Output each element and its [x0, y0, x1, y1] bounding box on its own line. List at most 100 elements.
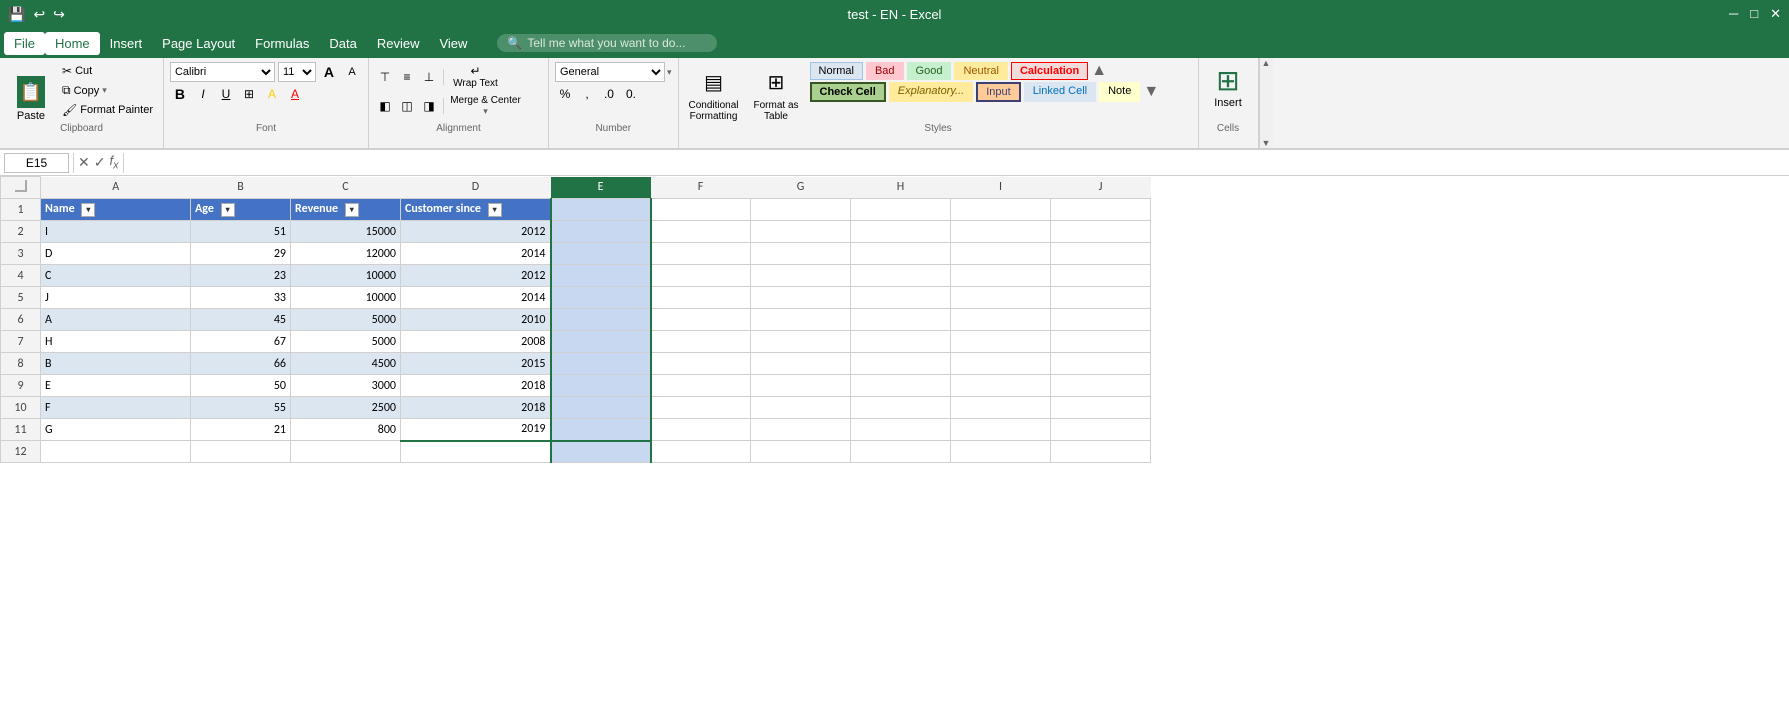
- cell-e2[interactable]: [551, 221, 651, 243]
- style-good[interactable]: Good: [907, 62, 952, 80]
- cell-h2[interactable]: [851, 221, 951, 243]
- row-header-1[interactable]: 1: [1, 199, 41, 221]
- decrease-decimal-icon[interactable]: 0.: [621, 84, 641, 104]
- cell-h9[interactable]: [851, 375, 951, 397]
- cell-c11[interactable]: 800: [291, 419, 401, 441]
- cell-e3[interactable]: [551, 243, 651, 265]
- cell-i5[interactable]: [951, 287, 1051, 309]
- cell-b4[interactable]: 23: [191, 265, 291, 287]
- styles-scroll-down[interactable]: ▼: [1143, 83, 1159, 101]
- cell-i4[interactable]: [951, 265, 1051, 287]
- cell-f1[interactable]: [651, 199, 751, 221]
- formula-function-icon[interactable]: fx: [109, 153, 118, 172]
- style-normal[interactable]: Normal: [810, 62, 863, 80]
- corner-cell[interactable]: [1, 177, 41, 199]
- cell-d5[interactable]: 2014: [401, 287, 551, 309]
- col-header-f[interactable]: F: [651, 177, 751, 199]
- cell-d11[interactable]: 2019: [401, 419, 551, 441]
- cell-g2[interactable]: [751, 221, 851, 243]
- underline-button[interactable]: U: [216, 84, 236, 104]
- cell-i12[interactable]: [951, 441, 1051, 463]
- menu-item-data[interactable]: Data: [319, 32, 366, 55]
- cell-f7[interactable]: [651, 331, 751, 353]
- cell-d3[interactable]: 2014: [401, 243, 551, 265]
- cell-d7[interactable]: 2008: [401, 331, 551, 353]
- col-header-g[interactable]: G: [751, 177, 851, 199]
- merge-center-button[interactable]: Merge & Center ▾: [448, 93, 523, 119]
- cell-a1[interactable]: Name ▾: [41, 199, 191, 221]
- cell-g3[interactable]: [751, 243, 851, 265]
- cell-e8[interactable]: [551, 353, 651, 375]
- cell-i6[interactable]: [951, 309, 1051, 331]
- cell-h10[interactable]: [851, 397, 951, 419]
- cell-a8[interactable]: B: [41, 353, 191, 375]
- cell-g11[interactable]: [751, 419, 851, 441]
- style-calculation[interactable]: Calculation: [1011, 62, 1088, 80]
- cell-f3[interactable]: [651, 243, 751, 265]
- cell-a10[interactable]: F: [41, 397, 191, 419]
- formula-input[interactable]: [128, 156, 1785, 170]
- menu-item-page-layout[interactable]: Page Layout: [152, 32, 245, 55]
- col-header-e[interactable]: E: [551, 177, 651, 199]
- cell-b2[interactable]: 51: [191, 221, 291, 243]
- italic-button[interactable]: I: [193, 84, 213, 104]
- wrap-text-button[interactable]: ↵ Wrap Text: [448, 62, 503, 91]
- minimize-icon[interactable]: ─: [1729, 6, 1738, 22]
- maximize-icon[interactable]: □: [1750, 6, 1758, 22]
- cell-e11[interactable]: [551, 419, 651, 441]
- copy-button[interactable]: ⧉ Copy ▾: [58, 81, 157, 100]
- paste-button[interactable]: 📋 Paste: [6, 62, 56, 148]
- cell-e6[interactable]: [551, 309, 651, 331]
- cell-a5[interactable]: J: [41, 287, 191, 309]
- cell-a11[interactable]: G: [41, 419, 191, 441]
- font-grow-icon[interactable]: A: [319, 62, 339, 82]
- cell-g12[interactable]: [751, 441, 851, 463]
- cell-h6[interactable]: [851, 309, 951, 331]
- cell-a3[interactable]: D: [41, 243, 191, 265]
- align-center-icon[interactable]: ◫: [397, 96, 417, 116]
- cell-c4[interactable]: 10000: [291, 265, 401, 287]
- cell-i10[interactable]: [951, 397, 1051, 419]
- font-size-select[interactable]: 11: [278, 62, 316, 82]
- cell-a4[interactable]: C: [41, 265, 191, 287]
- style-note[interactable]: Note: [1099, 82, 1140, 102]
- cell-i8[interactable]: [951, 353, 1051, 375]
- cell-j10[interactable]: [1051, 397, 1151, 419]
- style-bad[interactable]: Bad: [866, 62, 904, 80]
- row-header-3[interactable]: 3: [1, 243, 41, 265]
- cell-j5[interactable]: [1051, 287, 1151, 309]
- cell-a7[interactable]: H: [41, 331, 191, 353]
- cell-j6[interactable]: [1051, 309, 1151, 331]
- cell-b12[interactable]: [191, 441, 291, 463]
- cell-j3[interactable]: [1051, 243, 1151, 265]
- cell-i1[interactable]: [951, 199, 1051, 221]
- cell-j1[interactable]: [1051, 199, 1151, 221]
- cell-i3[interactable]: [951, 243, 1051, 265]
- cell-c3[interactable]: 12000: [291, 243, 401, 265]
- cell-j2[interactable]: [1051, 221, 1151, 243]
- ribbon-scroll-up[interactable]: ▲: [1260, 58, 1273, 68]
- cell-b8[interactable]: 66: [191, 353, 291, 375]
- style-check-cell[interactable]: Check Cell: [810, 82, 886, 102]
- row-header-12[interactable]: 12: [1, 441, 41, 463]
- cell-e1[interactable]: [551, 199, 651, 221]
- cell-j9[interactable]: [1051, 375, 1151, 397]
- cell-e5[interactable]: [551, 287, 651, 309]
- cell-f12[interactable]: [651, 441, 751, 463]
- cell-g7[interactable]: [751, 331, 851, 353]
- bold-button[interactable]: B: [170, 84, 190, 104]
- cell-d8[interactable]: 2015: [401, 353, 551, 375]
- cell-f5[interactable]: [651, 287, 751, 309]
- window-controls[interactable]: ─ □ ✕: [1729, 6, 1781, 22]
- col-header-j[interactable]: J: [1051, 177, 1151, 199]
- cell-c8[interactable]: 4500: [291, 353, 401, 375]
- cell-b9[interactable]: 50: [191, 375, 291, 397]
- cell-h7[interactable]: [851, 331, 951, 353]
- comma-icon[interactable]: ,: [577, 84, 597, 104]
- menu-item-review[interactable]: Review: [367, 32, 430, 55]
- cell-a12[interactable]: [41, 441, 191, 463]
- age-filter-btn[interactable]: ▾: [221, 203, 235, 217]
- cell-i11[interactable]: [951, 419, 1051, 441]
- cell-b1[interactable]: Age ▾: [191, 199, 291, 221]
- cell-g4[interactable]: [751, 265, 851, 287]
